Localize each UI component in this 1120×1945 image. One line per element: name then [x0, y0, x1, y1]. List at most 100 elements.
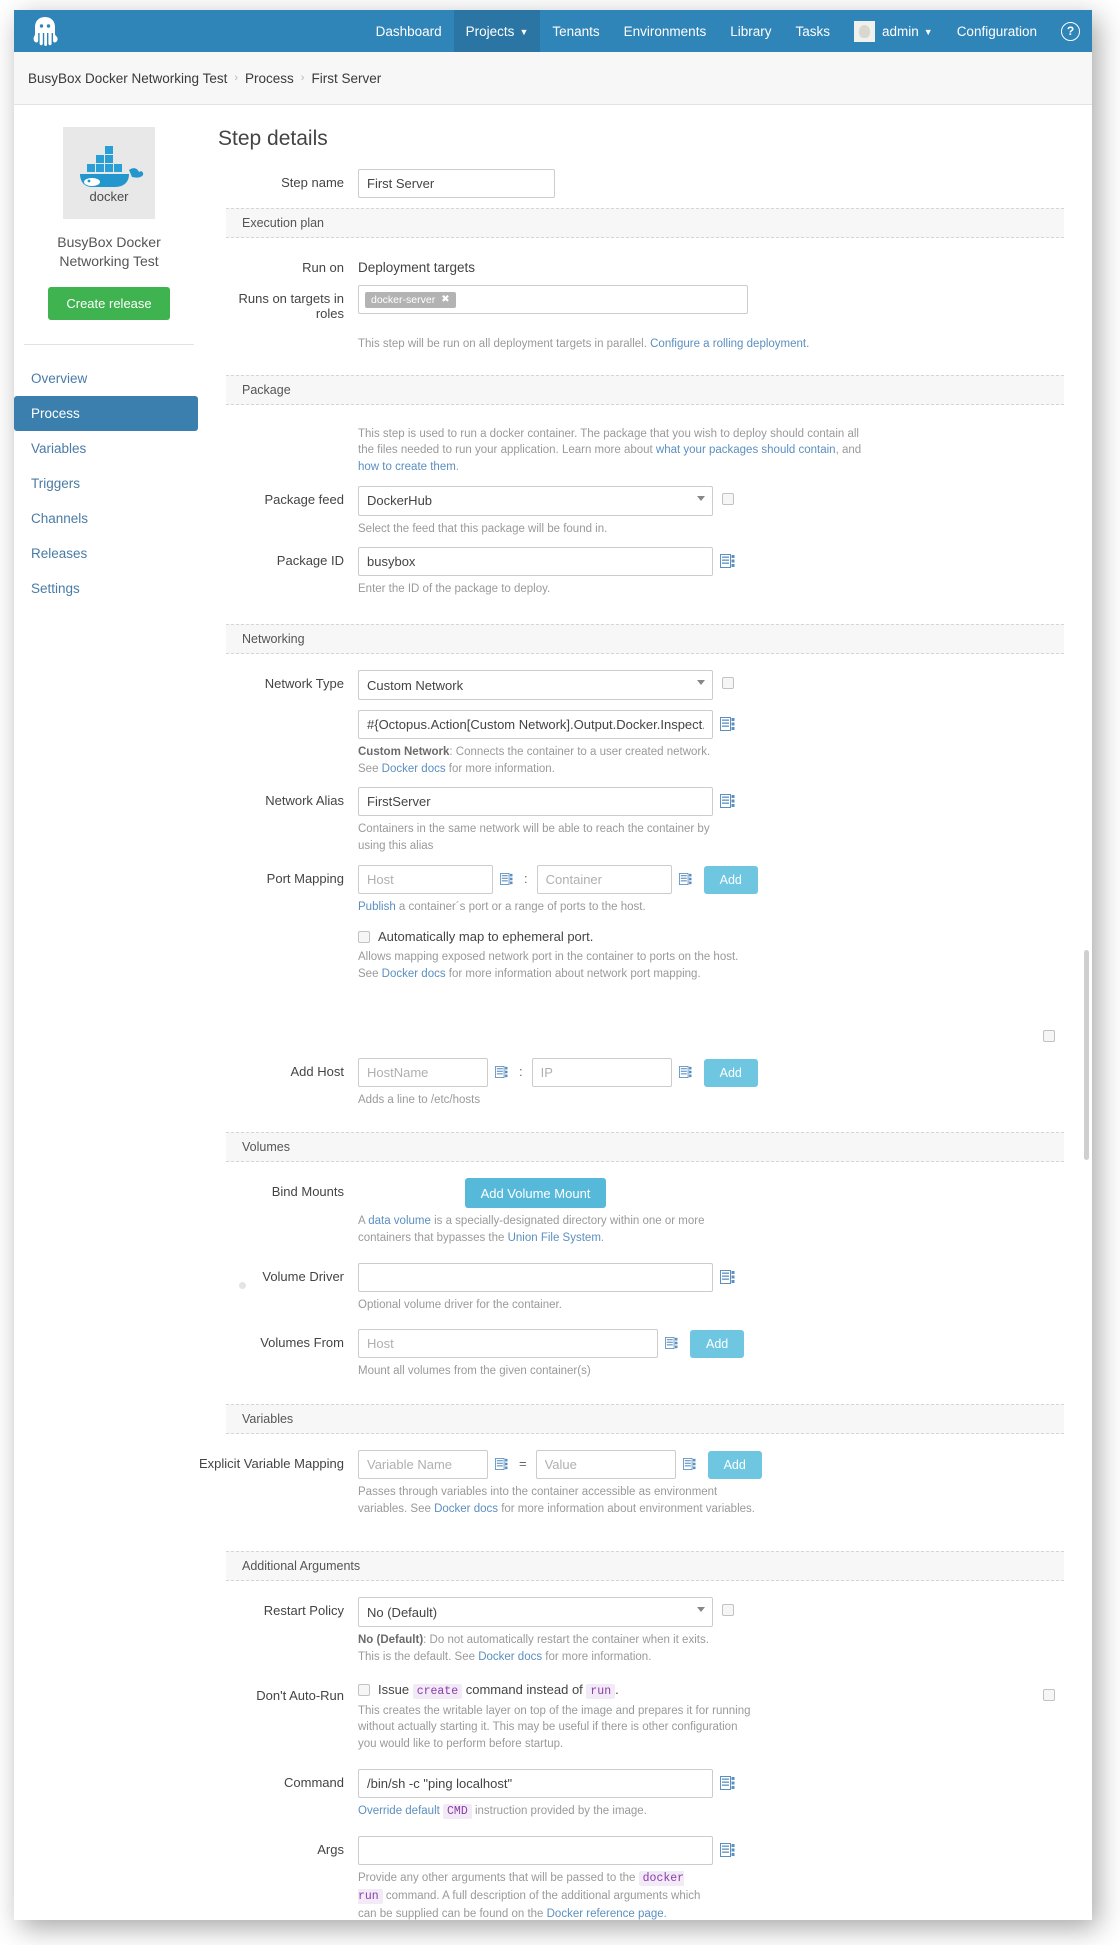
roles-input[interactable]: docker-server ✖	[358, 285, 748, 314]
command-help: Override default CMD instruction provide…	[358, 1803, 713, 1821]
nav-item-tasks[interactable]: Tasks	[783, 10, 842, 52]
create-release-button[interactable]: Create release	[48, 286, 170, 320]
variable-binding-icon[interactable]	[720, 1843, 735, 1858]
checkbox[interactable]	[1043, 1029, 1055, 1042]
scrollbar-thumb[interactable]	[1084, 950, 1089, 1160]
nav-item-dashboard[interactable]: Dashboard	[364, 10, 454, 52]
variable-binding-icon[interactable]	[665, 1337, 680, 1351]
variable-binding-icon[interactable]	[720, 1775, 735, 1790]
nav-items: Dashboard Projects ▼ Tenants Environments…	[364, 10, 1092, 52]
data-volume-link[interactable]: data volume	[368, 1215, 431, 1227]
variable-binding-icon[interactable]	[720, 794, 735, 809]
network-alias-input[interactable]	[358, 787, 713, 817]
nav-item-user-menu[interactable]: admin ▼	[842, 10, 945, 52]
sidebar-menu: Overview Process Variables Triggers Chan…	[14, 361, 204, 606]
checkbox[interactable]	[722, 1604, 734, 1617]
add-host-ip-input[interactable]	[531, 1057, 672, 1087]
volume-driver-input[interactable]	[358, 1262, 713, 1292]
ephemeral-port-checkbox[interactable]	[358, 930, 370, 943]
variable-binding-icon[interactable]	[720, 554, 735, 569]
auto-run-checkbox-row[interactable]: Issue create command instead of run.	[358, 1681, 1034, 1699]
variable-binding-icon[interactable]	[495, 1458, 510, 1472]
rolling-deployment-link[interactable]: Configure a rolling deployment.	[650, 338, 809, 350]
add-host-name-input[interactable]	[358, 1057, 488, 1087]
ephemeral-port-label: Automatically map to ephemeral port.	[378, 929, 594, 945]
bind-mounts-label: Bind Mounts	[271, 1184, 344, 1200]
nav-item-help[interactable]: ?	[1049, 10, 1092, 52]
package-id-input[interactable]	[358, 547, 713, 577]
docker-docs-link[interactable]: Docker docs	[434, 1503, 498, 1515]
port-mapping-bind-toggle[interactable]	[1034, 865, 1064, 1042]
nav-label: Tenants	[552, 23, 600, 39]
variable-name-input[interactable]	[358, 1450, 488, 1480]
sidebar-item-variables[interactable]: Variables	[14, 431, 204, 466]
variable-binding-icon[interactable]	[682, 1458, 698, 1472]
package-feed-bind-toggle[interactable]	[713, 486, 743, 505]
nav-item-configuration[interactable]: Configuration	[945, 10, 1049, 52]
union-file-system-link[interactable]: Union File System	[508, 1232, 601, 1244]
package-feed-select[interactable]: DockerHub	[358, 485, 713, 516]
sidebar-item-overview[interactable]: Overview	[14, 361, 204, 396]
role-tag-docker-server[interactable]: docker-server ✖	[365, 291, 456, 308]
roles-help-text: This step will be run on all deployment …	[358, 338, 651, 350]
close-icon[interactable]: ✖	[441, 294, 449, 305]
docker-reference-link[interactable]: Docker reference page	[547, 1908, 664, 1920]
variable-binding-icon[interactable]	[720, 1269, 735, 1284]
step-name-input[interactable]	[358, 169, 555, 198]
project-name: BusyBox Docker Networking Test	[14, 233, 204, 271]
network-type-select[interactable]: Custom Network	[358, 670, 713, 701]
sidebar-item-triggers[interactable]: Triggers	[14, 466, 204, 501]
add-volume-mount-button[interactable]: Add Volume Mount	[464, 1178, 607, 1209]
role-tag-label: docker-server	[371, 293, 436, 306]
port-host-input[interactable]	[358, 864, 493, 894]
variable-binding-icon[interactable]	[720, 717, 735, 732]
ephemeral-port-row[interactable]: Automatically map to ephemeral port.	[358, 929, 1034, 944]
breadcrumb-project[interactable]: BusyBox Docker Networking Test	[28, 71, 227, 86]
nav-item-environments[interactable]: Environments	[612, 10, 719, 52]
port-container-input[interactable]	[536, 864, 672, 894]
sidebar-item-channels[interactable]: Channels	[14, 501, 204, 536]
docker-docs-link[interactable]: Docker docs	[382, 763, 446, 775]
args-input[interactable]	[358, 1836, 713, 1866]
variable-binding-icon[interactable]	[500, 872, 515, 887]
restart-policy-select[interactable]: No (Default)	[358, 1597, 713, 1628]
package-id-label: Package ID	[276, 553, 344, 569]
sidebar-item-settings[interactable]: Settings	[14, 571, 204, 606]
restart-help-2: for more information.	[542, 1651, 652, 1664]
add-host-add-button[interactable]: Add	[703, 1058, 758, 1087]
network-type-help-bold: Custom Network	[358, 746, 450, 759]
nav-item-projects[interactable]: Projects ▼	[453, 10, 541, 52]
restart-policy-bind-toggle[interactable]	[713, 1597, 743, 1617]
port-add-button[interactable]: Add	[703, 865, 758, 894]
network-alias-help: Containers in the same network will be a…	[358, 823, 710, 853]
command-input[interactable]	[358, 1768, 713, 1798]
docker-docs-link[interactable]: Docker docs	[382, 968, 446, 980]
row-command: Command Override default CMD instruction…	[218, 1768, 1064, 1821]
docker-docs-link[interactable]: Docker docs	[478, 1651, 542, 1663]
custom-network-input[interactable]	[358, 710, 713, 740]
nav-item-library[interactable]: Library	[718, 10, 783, 52]
octopus-logo[interactable]	[14, 10, 76, 52]
variable-binding-icon[interactable]	[678, 1065, 694, 1080]
sidebar-item-releases[interactable]: Releases	[14, 536, 204, 571]
breadcrumb-process[interactable]: Process	[245, 71, 294, 86]
dont-auto-run-bind-toggle[interactable]	[1034, 1682, 1064, 1701]
checkbox[interactable]	[722, 677, 734, 690]
override-default-link[interactable]: Override default	[358, 1805, 440, 1817]
checkbox[interactable]	[722, 492, 734, 505]
variable-binding-icon[interactable]	[678, 872, 694, 887]
volumes-from-add-button[interactable]: Add	[690, 1330, 745, 1359]
sidebar-item-process[interactable]: Process	[14, 395, 198, 431]
network-type-bind-toggle[interactable]	[713, 670, 743, 690]
variable-binding-icon[interactable]	[495, 1065, 510, 1080]
variable-add-button[interactable]: Add	[707, 1451, 762, 1480]
nav-item-tenants[interactable]: Tenants	[540, 10, 611, 52]
publish-link[interactable]: Publish	[358, 901, 396, 913]
package-contents-link[interactable]: what your packages should contain	[656, 444, 836, 456]
how-to-create-link[interactable]: how to create them	[358, 461, 456, 473]
autorun-text-3: .	[615, 1681, 619, 1697]
checkbox[interactable]	[1043, 1688, 1055, 1701]
dont-auto-run-checkbox[interactable]	[358, 1683, 370, 1696]
variable-value-input[interactable]	[535, 1450, 676, 1480]
volumes-from-input[interactable]	[358, 1329, 658, 1359]
